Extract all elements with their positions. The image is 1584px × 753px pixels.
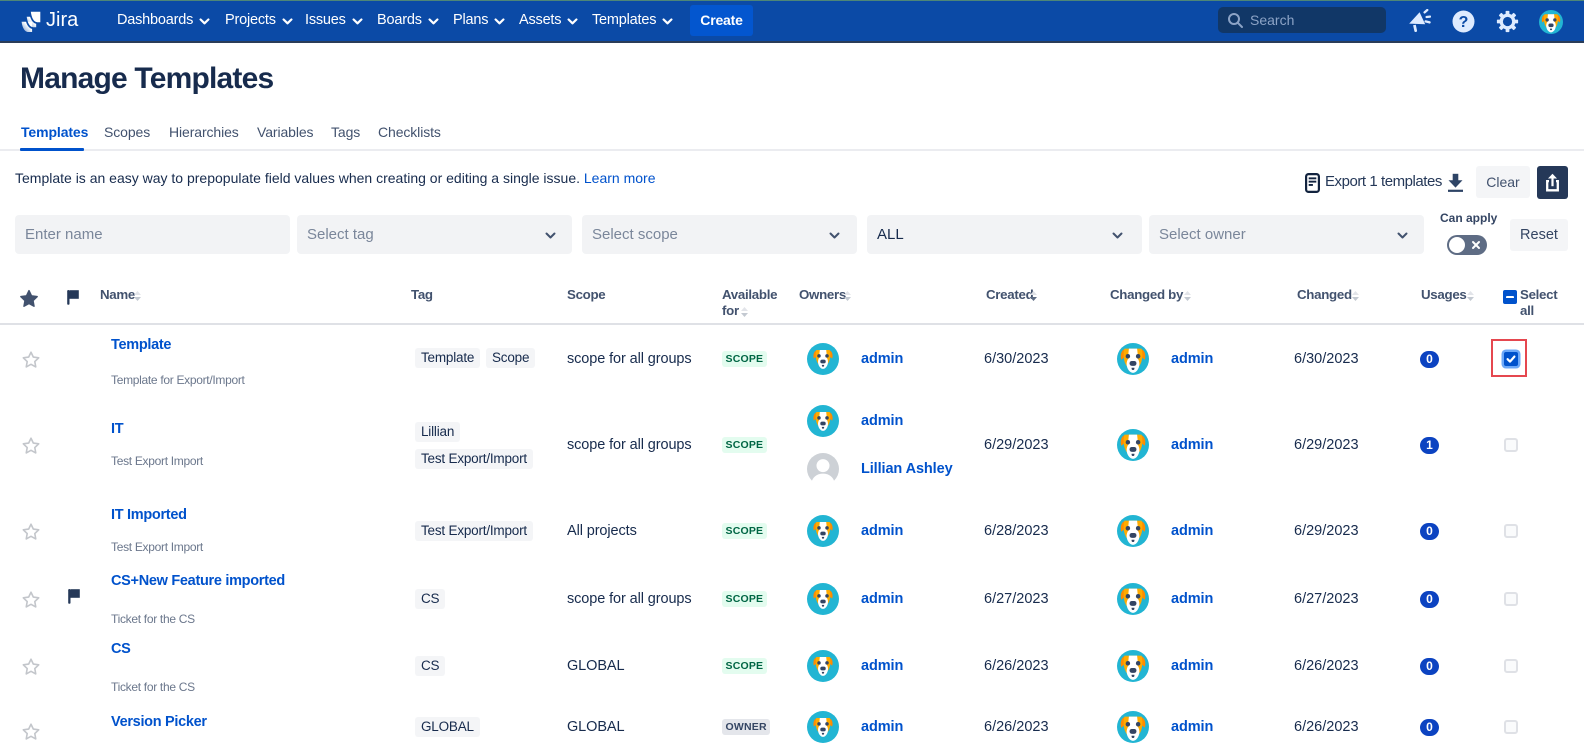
- svg-text:?: ?: [1459, 14, 1469, 31]
